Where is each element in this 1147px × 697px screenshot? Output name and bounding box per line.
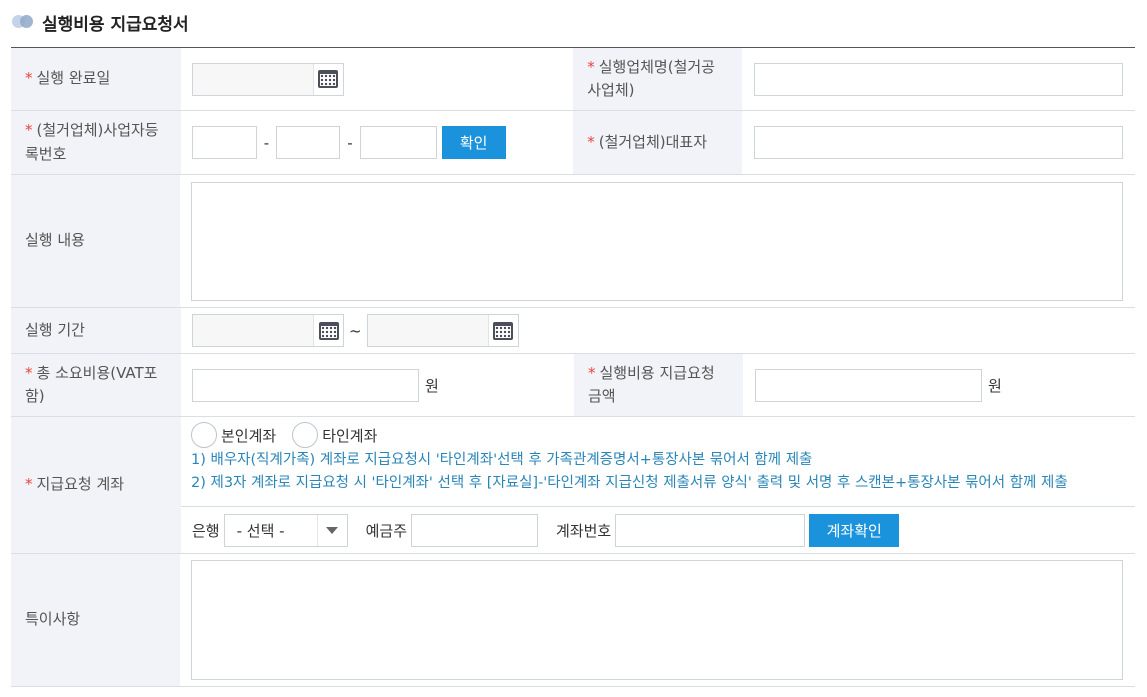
contractor-name-input[interactable]	[754, 62, 1123, 96]
representative-label: * (철거업체)대표자	[573, 111, 742, 174]
completion-date-label: * 실행 완료일	[11, 48, 181, 110]
business-number-part1[interactable]	[191, 126, 257, 159]
row-account: * 지급요청 계좌 본인계좌 타인계좌 1) 배우자(직계가족) 계좌로 지급요…	[11, 417, 1135, 554]
period-start-picker[interactable]	[192, 314, 344, 347]
holder-input[interactable]	[411, 513, 539, 547]
account-number-label: 계좌번호	[556, 521, 612, 540]
remarks-label: 특이사항	[11, 554, 180, 686]
content-label: 실행 내용	[11, 175, 180, 307]
calendar-icon[interactable]	[313, 315, 343, 346]
radio-own-account[interactable]	[191, 422, 217, 448]
period-end-picker[interactable]	[366, 314, 519, 347]
bank-label: 은행	[192, 521, 220, 540]
request-amount-label: * 실행비용 지급요청 금액	[574, 354, 743, 416]
contractor-name-label: * 실행업체명(철거공 사업체)	[573, 48, 742, 110]
account-number-input[interactable]	[615, 513, 806, 547]
row-remarks: 특이사항	[11, 554, 1135, 687]
completion-date-picker[interactable]	[191, 62, 344, 96]
row-content: 실행 내용	[11, 175, 1135, 308]
business-number-part3[interactable]	[359, 126, 437, 159]
total-cost-label: * 총 소요비용(VAT포 함)	[11, 354, 181, 416]
verify-account-button[interactable]: 계좌확인	[809, 513, 900, 547]
radio-other-account[interactable]	[292, 422, 319, 448]
period-label: 실행 기간	[11, 308, 181, 353]
row-business-number: * (철거업체)사업자등 록번호 - - 확인 * (철거업체)대표자	[11, 111, 1135, 175]
content-textarea[interactable]	[191, 181, 1123, 301]
business-number-label: * (철거업체)사업자등 록번호	[11, 111, 181, 174]
calendar-icon[interactable]	[312, 63, 343, 95]
total-cost-input[interactable]	[192, 368, 419, 402]
page-header: 실행비용 지급요청서	[12, 8, 189, 36]
account-note-2: 2) 제3자 계좌로 지급요청 시 '타인계좌' 선택 후 [자료실]-'타인계…	[191, 475, 1068, 491]
payment-request-form: * 실행 완료일 * 실행업체명(철거공 사업체) * (철거업체)사업자등 록번호	[11, 47, 1135, 687]
business-number-confirm-button[interactable]: 확인	[441, 126, 506, 159]
business-number-part2[interactable]	[276, 126, 341, 159]
remarks-textarea[interactable]	[191, 560, 1123, 680]
calendar-icon[interactable]	[487, 315, 518, 346]
row-period: 실행 기간 ~	[11, 308, 1135, 354]
row-cost: * 총 소요비용(VAT포 함) 원 * 실행비용 지급요청 금액 원	[11, 354, 1135, 417]
title-bullet-icon	[12, 15, 34, 29]
chevron-down-icon[interactable]	[316, 514, 347, 546]
account-note-1: 1) 배우자(직계가족) 계좌로 지급요청시 '타인계좌'선택 후 가족관계증명…	[191, 452, 813, 468]
page-title: 실행비용 지급요청서	[42, 14, 189, 35]
request-amount-input[interactable]	[755, 368, 982, 402]
representative-input[interactable]	[754, 126, 1123, 159]
bank-select[interactable]: - 선택 -	[223, 513, 348, 547]
holder-label: 예금주	[365, 521, 408, 540]
row-completion-contractor: * 실행 완료일 * 실행업체명(철거공 사업체)	[11, 48, 1135, 111]
account-label: * 지급요청 계좌	[11, 417, 181, 553]
